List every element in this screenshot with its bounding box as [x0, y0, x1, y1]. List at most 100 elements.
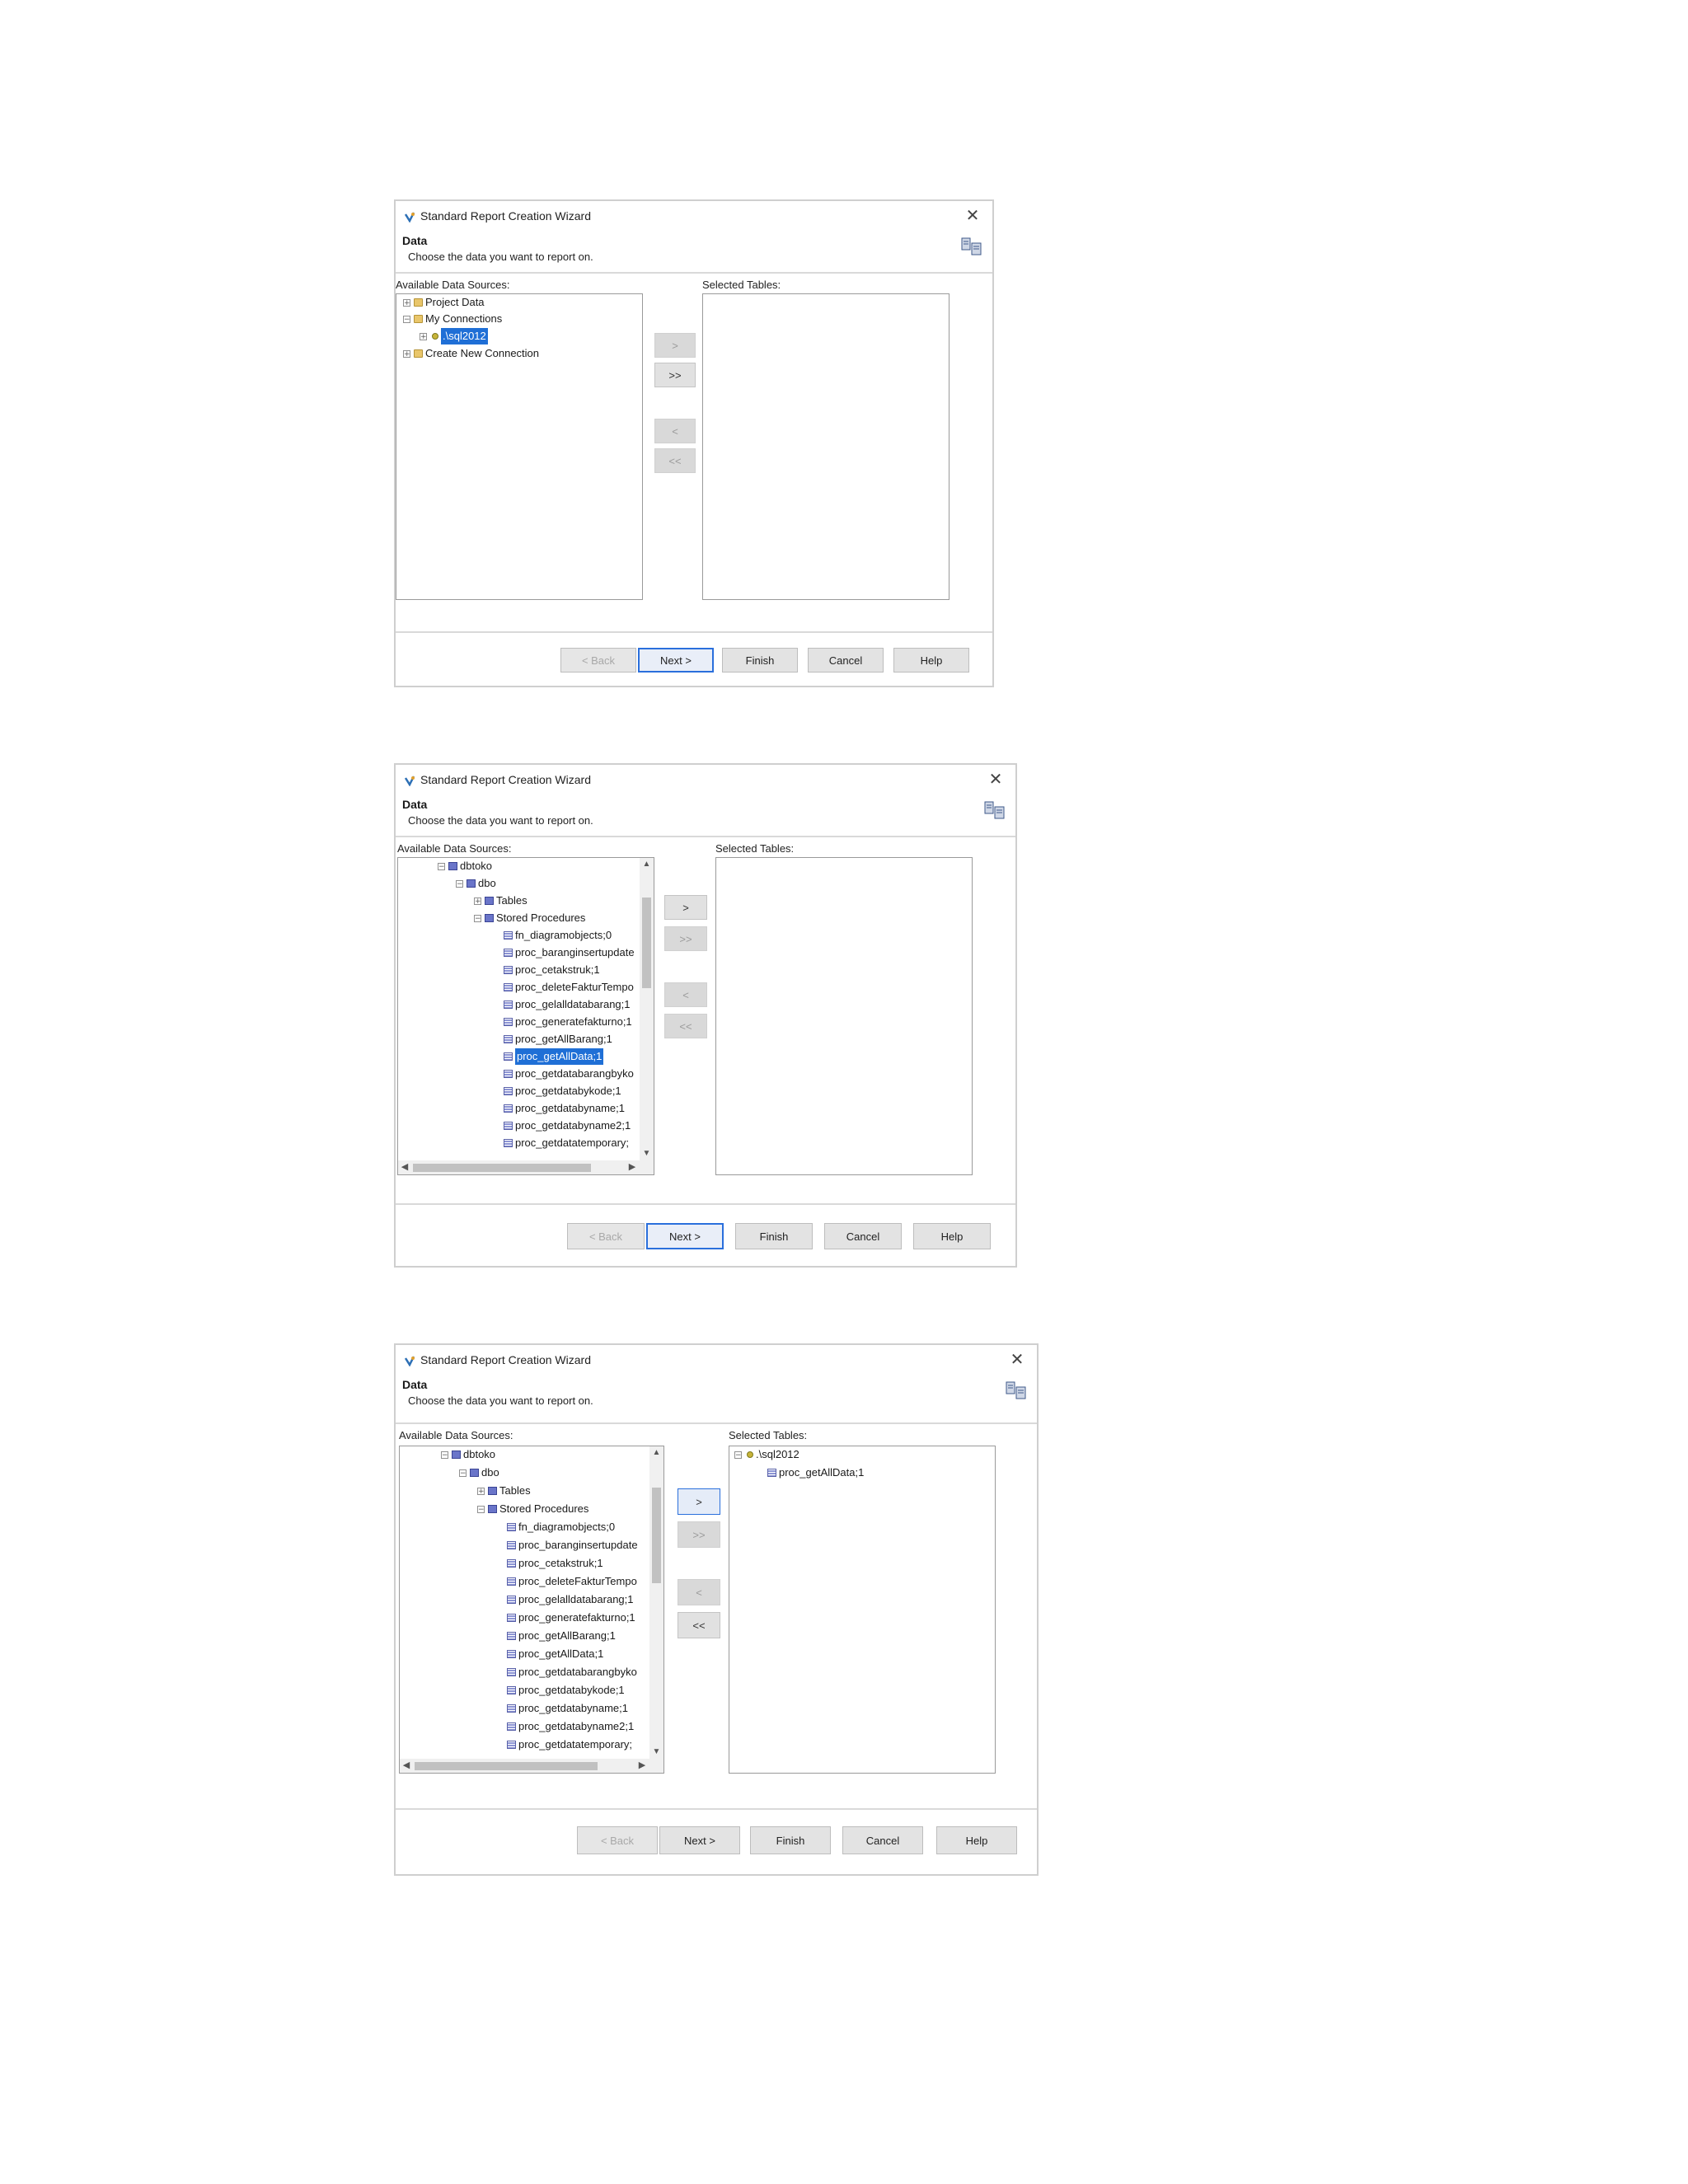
- close-icon[interactable]: ✕: [963, 206, 982, 226]
- tree-node-sql2012[interactable]: − .\sql2012: [734, 1446, 799, 1463]
- collapse-icon[interactable]: −: [474, 914, 481, 922]
- next-button[interactable]: Next >: [646, 1223, 724, 1249]
- add-button[interactable]: >: [654, 333, 696, 358]
- available-tree[interactable]: − dbtoko − dbo + Tables − Stored Procedures …: [397, 857, 654, 1175]
- list-item[interactable]: proc_getAllBarang;1: [507, 1628, 616, 1644]
- cancel-button[interactable]: Cancel: [808, 648, 884, 673]
- list-item[interactable]: proc_getdatabykode;1: [504, 1083, 621, 1099]
- scroll-up-icon[interactable]: ▲: [649, 1446, 663, 1460]
- list-item[interactable]: fn_diagramobjects;0: [504, 927, 612, 944]
- list-item[interactable]: proc_deleteFakturTempo: [504, 979, 634, 996]
- tree-node-dbtoko[interactable]: − dbtoko: [438, 858, 492, 874]
- tree-node-project-data[interactable]: + Project Data: [403, 294, 485, 311]
- remove-button[interactable]: <: [664, 982, 707, 1007]
- vertical-scrollbar[interactable]: ▲ ▼: [640, 858, 654, 1160]
- tree-node-tables[interactable]: + Tables: [477, 1483, 531, 1499]
- cancel-button[interactable]: Cancel: [824, 1223, 902, 1249]
- expand-icon[interactable]: +: [420, 332, 427, 340]
- title-bar[interactable]: Standard Report Creation Wizard ✕: [396, 201, 992, 231]
- add-all-button[interactable]: >>: [664, 926, 707, 951]
- expand-icon[interactable]: +: [477, 1487, 485, 1495]
- back-button[interactable]: < Back: [567, 1223, 645, 1249]
- title-bar[interactable]: Standard Report Creation Wizard ✕: [396, 1345, 1037, 1375]
- add-button[interactable]: >: [664, 895, 707, 920]
- list-item[interactable]: proc_getdatabykode;1: [507, 1682, 625, 1699]
- collapse-icon[interactable]: −: [441, 1451, 448, 1459]
- selected-tables-list[interactable]: [702, 293, 950, 600]
- list-item[interactable]: proc_getdatatemporary;: [507, 1736, 632, 1753]
- tree-node-dbo[interactable]: − dbo: [459, 1465, 499, 1481]
- add-button[interactable]: >: [678, 1488, 720, 1515]
- horizontal-scrollbar[interactable]: ◀ ▶: [400, 1759, 663, 1773]
- collapse-icon[interactable]: −: [459, 1469, 467, 1477]
- tree-node-stored-procedures[interactable]: − Stored Procedures: [477, 1501, 588, 1517]
- finish-button[interactable]: Finish: [750, 1826, 831, 1854]
- collapse-icon[interactable]: −: [456, 879, 463, 888]
- remove-button[interactable]: <: [654, 419, 696, 443]
- add-all-button[interactable]: >>: [654, 363, 696, 387]
- list-item[interactable]: proc_baranginsertupdate: [504, 944, 635, 961]
- selected-tables-list[interactable]: − .\sql2012 proc_getAllData;1: [729, 1446, 996, 1774]
- expand-icon[interactable]: +: [403, 349, 410, 358]
- help-button[interactable]: Help: [893, 648, 969, 673]
- list-item[interactable]: proc_cetakstruk;1: [504, 962, 600, 978]
- tree-node-my-connections[interactable]: − My Connections: [403, 311, 502, 327]
- remove-button[interactable]: <: [678, 1579, 720, 1605]
- list-item[interactable]: proc_getdatatemporary;: [504, 1135, 629, 1151]
- collapse-icon[interactable]: −: [734, 1451, 742, 1459]
- expand-icon[interactable]: +: [403, 298, 410, 307]
- list-item[interactable]: proc_getAllData;1: [767, 1465, 864, 1481]
- next-button[interactable]: Next >: [659, 1826, 740, 1854]
- scroll-right-icon[interactable]: ▶: [626, 1160, 639, 1174]
- scroll-down-icon[interactable]: ▼: [649, 1746, 663, 1759]
- finish-button[interactable]: Finish: [735, 1223, 813, 1249]
- scroll-left-icon[interactable]: ◀: [400, 1759, 413, 1773]
- collapse-icon[interactable]: −: [403, 315, 410, 323]
- scroll-thumb[interactable]: [642, 898, 651, 988]
- scroll-right-icon[interactable]: ▶: [635, 1759, 649, 1773]
- list-item[interactable]: proc_getAllBarang;1: [504, 1031, 612, 1047]
- scroll-thumb[interactable]: [415, 1762, 598, 1770]
- list-item[interactable]: proc_getdatabyname;1: [507, 1700, 628, 1717]
- tree-node-tables[interactable]: + Tables: [474, 893, 528, 909]
- scroll-up-icon[interactable]: ▲: [640, 858, 654, 871]
- list-item[interactable]: proc_gelalldatabarang;1: [504, 996, 631, 1013]
- available-tree[interactable]: + Project Data − My Connections + .\sql2012…: [396, 293, 643, 600]
- tree-node-sql2012[interactable]: + .\sql2012: [420, 328, 488, 344]
- remove-all-button[interactable]: <<: [664, 1014, 707, 1038]
- tree-node-stored-procedures[interactable]: − Stored Procedures: [474, 910, 585, 926]
- scroll-down-icon[interactable]: ▼: [640, 1147, 654, 1160]
- tree-node-dbo[interactable]: − dbo: [456, 875, 496, 892]
- scroll-thumb[interactable]: [652, 1488, 661, 1583]
- list-item[interactable]: proc_cetakstruk;1: [507, 1555, 603, 1572]
- back-button[interactable]: < Back: [577, 1826, 658, 1854]
- list-item[interactable]: proc_getdatabarangbyko: [504, 1066, 634, 1082]
- available-tree[interactable]: − dbtoko − dbo + Tables − Stored Procedures …: [399, 1446, 664, 1774]
- remove-all-button[interactable]: <<: [678, 1612, 720, 1638]
- horizontal-scrollbar[interactable]: ◀ ▶: [398, 1160, 654, 1174]
- tree-node-dbtoko[interactable]: − dbtoko: [441, 1446, 495, 1463]
- vertical-scrollbar[interactable]: ▲ ▼: [649, 1446, 663, 1759]
- list-item[interactable]: proc_getdatabyname2;1: [504, 1118, 631, 1134]
- scroll-left-icon[interactable]: ◀: [398, 1160, 411, 1174]
- list-item[interactable]: proc_gelalldatabarang;1: [507, 1591, 634, 1608]
- back-button[interactable]: < Back: [560, 648, 636, 673]
- selected-tables-list[interactable]: [715, 857, 973, 1175]
- add-all-button[interactable]: >>: [678, 1521, 720, 1548]
- help-button[interactable]: Help: [913, 1223, 991, 1249]
- next-button[interactable]: Next >: [638, 648, 714, 673]
- list-item[interactable]: proc_getdatabyname;1: [504, 1100, 625, 1117]
- cancel-button[interactable]: Cancel: [842, 1826, 923, 1854]
- list-item[interactable]: proc_generatefakturno;1: [507, 1610, 635, 1626]
- collapse-icon[interactable]: −: [477, 1505, 485, 1513]
- list-item[interactable]: proc_generatefakturno;1: [504, 1014, 632, 1030]
- list-item[interactable]: proc_getdatabyname2;1: [507, 1718, 634, 1735]
- list-item[interactable]: proc_baranginsertupdate: [507, 1537, 638, 1554]
- help-button[interactable]: Help: [936, 1826, 1017, 1854]
- list-item[interactable]: proc_getAllData;1: [507, 1646, 603, 1662]
- list-item[interactable]: proc_deleteFakturTempo: [507, 1573, 637, 1590]
- remove-all-button[interactable]: <<: [654, 448, 696, 473]
- scroll-thumb[interactable]: [413, 1164, 591, 1172]
- list-item[interactable]: proc_getdatabarangbyko: [507, 1664, 637, 1680]
- expand-icon[interactable]: +: [474, 897, 481, 905]
